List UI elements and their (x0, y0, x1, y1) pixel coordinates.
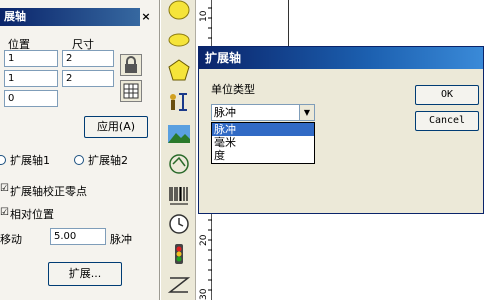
dialog-title-bar[interactable]: 扩展轴 (199, 47, 483, 69)
move-unit-label: 脉冲 (110, 233, 132, 246)
zero-label: 扩展轴校正零点 (10, 185, 87, 198)
unit-option-pulse[interactable]: 脉冲 (212, 123, 314, 136)
relative-label: 相对位置 (10, 208, 54, 221)
unit-type-dropdown: 脉冲 毫米 度 (211, 122, 315, 164)
extend-axis-dialog: 扩展轴 单位类型 脉冲 ▼ 脉冲 毫米 度 OK Cancel (198, 46, 484, 214)
chevron-down-icon[interactable]: ▼ (299, 105, 314, 120)
move-label: 移动 (0, 233, 22, 246)
apply-button[interactable]: 应用(A) (84, 116, 148, 138)
relative-checkbox[interactable]: ☑ (0, 207, 9, 218)
barcode-tool-icon[interactable] (167, 184, 191, 208)
lock-icon[interactable] (120, 54, 142, 76)
timer-tool-icon[interactable] (167, 212, 191, 236)
axis2-radio[interactable] (74, 155, 84, 165)
axis2-label: 扩展轴2 (88, 154, 128, 167)
polygon-tool-icon[interactable] (167, 58, 191, 82)
unit-type-select[interactable]: 脉冲 ▼ (211, 104, 315, 121)
grid-icon[interactable] (120, 80, 142, 102)
position-field-1[interactable]: 1 (4, 50, 58, 67)
text-tool-icon[interactable] (167, 90, 191, 114)
move-value-field[interactable]: 5.00 (50, 228, 106, 245)
ok-button[interactable]: OK (415, 85, 479, 105)
position-field-3[interactable]: 0 (4, 90, 58, 107)
unit-option-mm[interactable]: 毫米 (212, 136, 314, 149)
panel-title: 展轴 (0, 8, 152, 26)
cancel-button[interactable]: Cancel (415, 111, 479, 131)
ruler-label-20: 20 (199, 234, 209, 246)
axis1-radio[interactable] (0, 155, 6, 165)
ruler-label-10: 10 (199, 10, 209, 22)
image-tool-icon[interactable] (167, 122, 191, 146)
signal-tool-icon[interactable] (167, 242, 191, 266)
position-field-2[interactable]: 1 (4, 70, 58, 87)
tool-palette (161, 0, 196, 300)
panel-title-text: 展轴 (4, 10, 26, 23)
canvas-guide-line (288, 0, 289, 46)
axis1-label: 扩展轴1 (10, 154, 50, 167)
expand-button[interactable]: 扩展... (48, 262, 122, 286)
close-icon[interactable]: × (140, 8, 152, 26)
extend-axis-panel: 展轴 × 位置 尺寸 1 2 1 2 0 应用(A) 扩展轴1 扩展轴2 ☑ 扩… (0, 0, 160, 300)
zero-checkbox[interactable]: ☑ (0, 183, 9, 194)
ruler-label-30: 30 (199, 288, 209, 300)
dialog-title: 扩展轴 (205, 51, 242, 65)
unit-type-value: 脉冲 (214, 106, 236, 119)
zigzag-tool-icon[interactable] (167, 272, 191, 296)
size-field-2[interactable]: 2 (62, 70, 114, 87)
vector-tool-icon[interactable] (167, 152, 191, 176)
ellipse-tool-icon[interactable] (167, 0, 191, 24)
unit-option-degree[interactable]: 度 (212, 149, 314, 162)
ellipse-outline-icon[interactable] (167, 28, 191, 52)
unit-type-label: 单位类型 (211, 83, 255, 96)
size-field-1[interactable]: 2 (62, 50, 114, 67)
